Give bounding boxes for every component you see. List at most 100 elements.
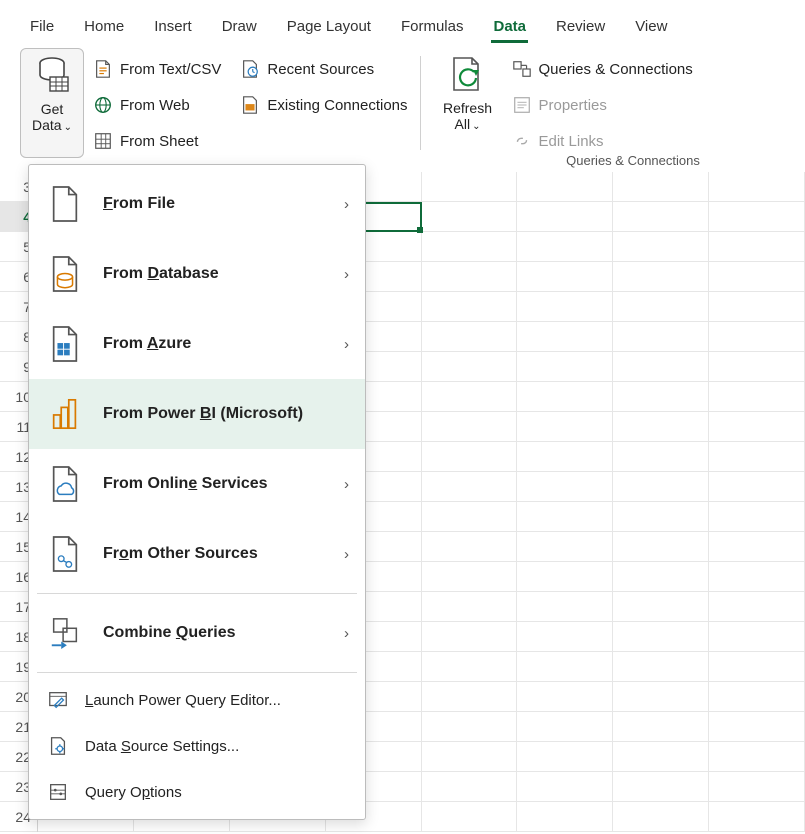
tab-page-layout[interactable]: Page Layout (285, 8, 373, 43)
grid-cell[interactable] (709, 682, 805, 711)
grid-cell[interactable] (517, 682, 613, 711)
menu-query-options[interactable]: Query Options (29, 769, 365, 815)
grid-cell[interactable] (422, 802, 518, 831)
refresh-all-button[interactable]: Refresh All⌄ (433, 48, 503, 158)
grid-cell[interactable] (709, 622, 805, 651)
queries-connections-button[interactable]: Queries & Connections (511, 54, 693, 84)
grid-cell[interactable] (709, 532, 805, 561)
grid-cell[interactable] (709, 262, 805, 291)
grid-cell[interactable] (517, 202, 613, 231)
grid-cell[interactable] (517, 592, 613, 621)
grid-cell[interactable] (422, 682, 518, 711)
grid-cell[interactable] (517, 502, 613, 531)
grid-cell[interactable] (613, 622, 709, 651)
grid-cell[interactable] (709, 802, 805, 831)
grid-cell[interactable] (613, 382, 709, 411)
recent-sources-button[interactable]: Recent Sources (239, 54, 407, 84)
grid-cell[interactable] (613, 502, 709, 531)
tab-home[interactable]: Home (82, 8, 126, 43)
grid-cell[interactable] (709, 502, 805, 531)
menu-from-azure[interactable]: From Azure › (29, 309, 365, 379)
grid-cell[interactable] (422, 232, 518, 261)
grid-cell[interactable] (422, 352, 518, 381)
grid-cell[interactable] (613, 682, 709, 711)
grid-cell[interactable] (613, 532, 709, 561)
tab-formulas[interactable]: Formulas (399, 8, 466, 43)
grid-cell[interactable] (422, 502, 518, 531)
grid-cell[interactable] (709, 292, 805, 321)
grid-cell[interactable] (422, 322, 518, 351)
grid-cell[interactable] (709, 202, 805, 231)
grid-cell[interactable] (709, 442, 805, 471)
grid-cell[interactable] (422, 742, 518, 771)
grid-cell[interactable] (613, 772, 709, 801)
grid-cell[interactable] (422, 292, 518, 321)
menu-combine-queries[interactable]: Combine Queries › (29, 598, 365, 668)
grid-cell[interactable] (517, 442, 613, 471)
from-text-csv-button[interactable]: From Text/CSV (92, 54, 221, 84)
grid-cell[interactable] (517, 742, 613, 771)
grid-cell[interactable] (613, 352, 709, 381)
grid-cell[interactable] (709, 232, 805, 261)
tab-insert[interactable]: Insert (152, 8, 194, 43)
grid-cell[interactable] (709, 592, 805, 621)
grid-cell[interactable] (709, 742, 805, 771)
grid-cell[interactable] (709, 352, 805, 381)
grid-cell[interactable] (709, 712, 805, 741)
grid-cell[interactable] (517, 772, 613, 801)
grid-cell[interactable] (613, 742, 709, 771)
grid-cell[interactable] (709, 412, 805, 441)
grid-cell[interactable] (422, 592, 518, 621)
menu-from-power-bi[interactable]: From Power BI (Microsoft) (29, 379, 365, 449)
grid-cell[interactable] (709, 322, 805, 351)
tab-review[interactable]: Review (554, 8, 607, 43)
grid-cell[interactable] (709, 562, 805, 591)
grid-cell[interactable] (613, 472, 709, 501)
grid-cell[interactable] (613, 202, 709, 231)
grid-cell[interactable] (422, 382, 518, 411)
grid-cell[interactable] (422, 712, 518, 741)
grid-cell[interactable] (517, 232, 613, 261)
menu-from-online-services[interactable]: From Online Services › (29, 449, 365, 519)
grid-cell[interactable] (709, 772, 805, 801)
grid-cell[interactable] (517, 262, 613, 291)
grid-cell[interactable] (517, 472, 613, 501)
grid-cell[interactable] (613, 442, 709, 471)
menu-launch-pqe[interactable]: Launch Power Query Editor... (29, 677, 365, 723)
grid-cell[interactable] (422, 442, 518, 471)
grid-cell[interactable] (613, 712, 709, 741)
grid-cell[interactable] (517, 532, 613, 561)
get-data-button[interactable]: Get Data⌄ (20, 48, 84, 158)
grid-cell[interactable] (517, 802, 613, 831)
existing-connections-button[interactable]: Existing Connections (239, 90, 407, 120)
grid-cell[interactable] (613, 592, 709, 621)
grid-cell[interactable] (517, 412, 613, 441)
grid-cell[interactable] (517, 622, 613, 651)
grid-cell[interactable] (517, 322, 613, 351)
grid-cell[interactable] (422, 262, 518, 291)
grid-cell[interactable] (517, 562, 613, 591)
grid-cell[interactable] (613, 562, 709, 591)
grid-cell[interactable] (422, 202, 518, 231)
tab-view[interactable]: View (633, 8, 669, 43)
grid-cell[interactable] (613, 652, 709, 681)
grid-cell[interactable] (517, 382, 613, 411)
menu-from-database[interactable]: From Database › (29, 239, 365, 309)
grid-cell[interactable] (422, 412, 518, 441)
grid-cell[interactable] (613, 292, 709, 321)
menu-data-source-settings[interactable]: Data Source Settings... (29, 723, 365, 769)
grid-cell[interactable] (613, 232, 709, 261)
grid-cell[interactable] (422, 772, 518, 801)
grid-cell[interactable] (517, 352, 613, 381)
grid-cell[interactable] (613, 262, 709, 291)
grid-cell[interactable] (517, 292, 613, 321)
grid-cell[interactable] (422, 532, 518, 561)
grid-cell[interactable] (709, 382, 805, 411)
grid-cell[interactable] (613, 802, 709, 831)
grid-cell[interactable] (422, 652, 518, 681)
menu-from-other-sources[interactable]: From Other Sources › (29, 519, 365, 589)
grid-cell[interactable] (613, 412, 709, 441)
grid-cell[interactable] (422, 622, 518, 651)
grid-cell[interactable] (613, 172, 709, 201)
grid-cell[interactable] (709, 652, 805, 681)
